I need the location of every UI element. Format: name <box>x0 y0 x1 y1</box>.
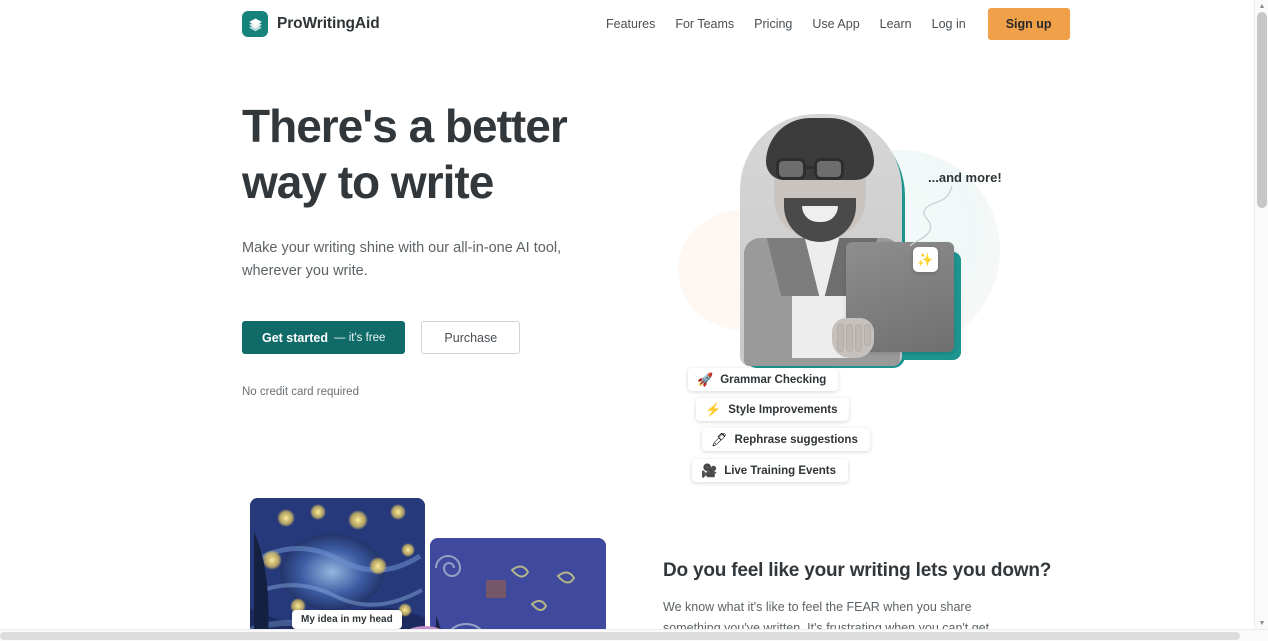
idea-in-my-head-label: My idea in my head <box>292 610 402 634</box>
feature-chip-live-training-events[interactable]: 🎥 Live Training Events <box>692 459 849 482</box>
brand-name: ProWritingAid <box>277 15 380 32</box>
hero-subtitle: Make your writing shine with our all-in-… <box>242 237 572 283</box>
scroll-down-arrow-icon[interactable]: ▼ <box>1255 617 1268 629</box>
stacked-pages-icon <box>242 11 268 37</box>
nav-item-for-teams[interactable]: For Teams <box>665 11 744 37</box>
get-started-label: Get started <box>262 330 328 345</box>
vertical-scrollbar-thumb[interactable] <box>1257 12 1267 208</box>
nav-item-learn[interactable]: Learn <box>870 11 922 37</box>
hero-subtitle-line-1: Make your writing shine with our all-in-… <box>242 240 562 256</box>
feature-chip-style-improvements[interactable]: ⚡ Style Improvements <box>696 398 850 421</box>
scroll-up-arrow-icon[interactable]: ▲ <box>1255 0 1268 12</box>
hero-title-line-2: way to write <box>242 156 494 208</box>
feature-chip-rephrase-suggestions[interactable]: 🖊 Rephrase suggestions <box>702 428 870 451</box>
sparkles-icon: ✨ <box>913 247 938 272</box>
horizontal-scrollbar[interactable] <box>0 629 1268 641</box>
hero-subtitle-line-2: wherever you write. <box>242 263 368 279</box>
get-started-free-suffix: — it's free <box>334 331 386 344</box>
feature-chip-label: Rephrase suggestions <box>734 433 858 446</box>
purchase-button[interactable]: Purchase <box>421 321 521 354</box>
get-started-button[interactable]: Get started — it's free <box>242 321 406 354</box>
no-credit-card-note: No credit card required <box>242 386 359 398</box>
nav-item-pricing[interactable]: Pricing <box>744 11 802 37</box>
hero-title-line-1: There's a better <box>242 100 568 152</box>
lightning-bolt-icon: ⚡ <box>705 402 722 417</box>
nav-item-features[interactable]: Features <box>596 11 665 37</box>
site-header: ProWritingAid Features For Teams Pricing… <box>0 0 1254 48</box>
hero-illustration: ...and more! ✨ 🚀 Grammar Checking ⚡ Styl… <box>660 100 1020 482</box>
movie-camera-icon: 🎥 <box>701 463 718 478</box>
feature-chip-grammar-checking[interactable]: 🚀 Grammar Checking <box>688 368 839 391</box>
starry-night-painting-image: My idea in my head <box>250 498 425 641</box>
nav-item-log-in[interactable]: Log in <box>922 11 976 37</box>
magic-wand-icon: 🖊 <box>711 432 728 447</box>
horizontal-scrollbar-thumb[interactable] <box>0 632 1240 640</box>
vertical-scrollbar[interactable]: ▲ ▼ <box>1254 0 1268 629</box>
brand-logo-link[interactable]: ProWritingAid <box>242 11 380 37</box>
page-root: ProWritingAid Features For Teams Pricing… <box>0 0 1268 641</box>
nav-item-use-app[interactable]: Use App <box>802 11 869 37</box>
rocket-icon: 🚀 <box>697 372 714 387</box>
hero-cta-group: Get started — it's free Purchase <box>242 321 642 354</box>
curved-pointer-line <box>909 185 953 247</box>
feature-chip-label: Live Training Events <box>724 464 837 477</box>
feature-chip-label: Style Improvements <box>728 403 838 416</box>
sign-up-button[interactable]: Sign up <box>987 8 1070 40</box>
page-title: There's a better way to write <box>242 98 642 210</box>
section-heading: Do you feel like your writing lets you d… <box>663 560 1052 581</box>
person-hand <box>832 318 874 358</box>
main-nav: Features For Teams Pricing Use App Learn… <box>596 0 1070 48</box>
crude-drawing-image <box>430 538 606 641</box>
glasses-lens-left <box>776 158 806 180</box>
feature-chip-label: Grammar Checking <box>720 373 827 386</box>
glasses-bridge <box>806 166 816 169</box>
hero-text-block: There's a better way to write Make your … <box>242 98 642 398</box>
glasses-lens-right <box>814 158 844 180</box>
